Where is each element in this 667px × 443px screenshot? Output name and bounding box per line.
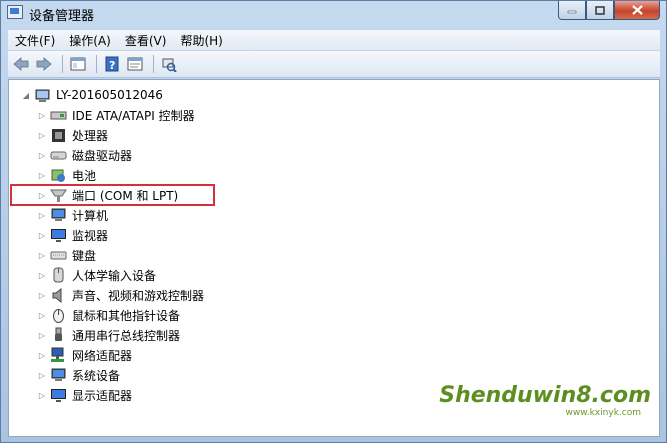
minimize-button[interactable] <box>558 1 586 20</box>
properties-icon <box>127 57 143 71</box>
hid-icon <box>50 267 67 283</box>
expand-arrow-icon[interactable]: ▷ <box>37 308 47 322</box>
disk-drive-icon <box>50 147 67 163</box>
help-icon: ? <box>105 56 119 72</box>
processor-icon <box>50 127 67 143</box>
keyboard-icon <box>50 247 67 263</box>
close-icon <box>631 5 643 15</box>
expand-arrow-icon[interactable]: ▷ <box>37 328 47 342</box>
forward-arrow-icon <box>36 57 52 71</box>
mouse-icon <box>50 307 67 323</box>
tree-item-display[interactable]: ▷ 显示适配器 <box>37 385 132 405</box>
tree-item-ide[interactable]: ▷ IDE ATA/ATAPI 控制器 <box>37 105 195 125</box>
back-arrow-icon <box>13 57 29 71</box>
menu-view[interactable]: 查看(V) <box>118 32 174 49</box>
toolbar-separator <box>96 55 97 73</box>
expand-arrow-icon[interactable]: ▷ <box>37 148 47 162</box>
device-tree-panel[interactable]: ◢ LY-201605012046 ▷ IDE ATA/ATAPI 控制器 ▷ … <box>8 79 660 437</box>
window-controls <box>558 1 660 20</box>
menu-file[interactable]: 文件(F) <box>8 32 62 49</box>
expand-arrow-icon[interactable]: ▷ <box>37 288 47 302</box>
watermark-subtext: www.kxinyk.com <box>565 408 641 418</box>
forward-button[interactable] <box>34 55 54 73</box>
tree-item-disk[interactable]: ▷ 磁盘驱动器 <box>37 145 132 165</box>
computer-icon <box>50 207 67 223</box>
usb-icon <box>50 327 67 343</box>
expand-arrow-icon[interactable]: ▷ <box>37 348 47 362</box>
tree-item-label: 键盘 <box>72 248 97 263</box>
tree-item-monitor[interactable]: ▷ 监视器 <box>37 225 108 245</box>
tree-item-label: 处理器 <box>72 128 109 143</box>
expand-arrow-icon[interactable]: ▷ <box>37 168 47 182</box>
device-manager-window: 设备管理器 文件(F) 操作(A) 查看(V) 帮助(H) ? ◢ LY-201… <box>0 0 667 443</box>
tree-item-label: 通用串行总线控制器 <box>72 328 181 343</box>
collapse-arrow-icon[interactable]: ◢ <box>21 88 31 102</box>
close-button[interactable] <box>614 1 660 20</box>
toolbar-separator <box>62 55 63 73</box>
tree-item-label: 人体学输入设备 <box>72 268 157 283</box>
computer-name: LY-201605012046 <box>56 88 163 102</box>
network-adapter-icon <box>50 347 67 363</box>
tree-item-label: 系统设备 <box>72 368 121 383</box>
device-manager-icon <box>7 5 23 19</box>
expand-arrow-icon[interactable]: ▷ <box>37 228 47 242</box>
tree-item-usb[interactable]: ▷ 通用串行总线控制器 <box>37 325 180 345</box>
sound-icon <box>50 287 67 303</box>
properties-button[interactable] <box>125 55 145 73</box>
maximize-button[interactable] <box>586 1 614 20</box>
svg-text:?: ? <box>109 59 115 72</box>
tree-item-label: 显示适配器 <box>72 388 133 403</box>
tree-item-mouse[interactable]: ▷ 鼠标和其他指针设备 <box>37 305 180 325</box>
back-button[interactable] <box>11 55 31 73</box>
tree-item-label: 计算机 <box>72 208 109 223</box>
toolbar-separator <box>153 55 154 73</box>
expand-arrow-icon[interactable]: ▷ <box>37 388 47 402</box>
expand-arrow-icon[interactable]: ▷ <box>37 208 47 222</box>
tree-item-sound[interactable]: ▷ 声音、视频和游戏控制器 <box>37 285 204 305</box>
tree-item-label: 声音、视频和游戏控制器 <box>72 288 205 303</box>
tree-item-computer[interactable]: ▷ 计算机 <box>37 205 108 225</box>
display-adapter-icon <box>50 387 67 403</box>
expand-arrow-icon[interactable]: ▷ <box>37 128 47 142</box>
show-hide-tree-icon <box>70 57 86 71</box>
window-title: 设备管理器 <box>29 9 95 24</box>
menu-bar: 文件(F) 操作(A) 查看(V) 帮助(H) <box>8 30 660 50</box>
battery-icon <box>50 167 67 183</box>
tree-item-label: 鼠标和其他指针设备 <box>72 308 181 323</box>
tree-item-label: 电池 <box>72 168 97 183</box>
tree-item-label: IDE ATA/ATAPI 控制器 <box>72 108 195 123</box>
expand-arrow-icon[interactable]: ▷ <box>37 268 47 282</box>
ide-controller-icon <box>50 107 67 123</box>
menu-help[interactable]: 帮助(H) <box>173 32 229 49</box>
watermark-text: Shenduwin8.com <box>439 383 651 408</box>
minimize-icon <box>567 10 577 14</box>
tree-item-keyboard[interactable]: ▷ 键盘 <box>37 245 96 265</box>
system-device-icon <box>50 367 67 383</box>
tree-item-label: 监视器 <box>72 228 109 243</box>
tree-item-system[interactable]: ▷ 系统设备 <box>37 365 120 385</box>
expand-arrow-icon[interactable]: ▷ <box>37 248 47 262</box>
tree-item-battery[interactable]: ▷ 电池 <box>37 165 96 185</box>
tree-item-label: 网络适配器 <box>72 348 133 363</box>
maximize-icon <box>595 5 605 15</box>
menu-action[interactable]: 操作(A) <box>62 32 118 49</box>
title-bar[interactable]: 设备管理器 <box>1 1 666 27</box>
tree-item-hid[interactable]: ▷ 人体学输入设备 <box>37 265 156 285</box>
highlight-box <box>10 184 215 206</box>
show-hide-tree-button[interactable] <box>68 55 88 73</box>
monitor-icon <box>50 227 67 243</box>
tree-item-network[interactable]: ▷ 网络适配器 <box>37 345 132 365</box>
help-button[interactable]: ? <box>102 55 122 73</box>
tree-root[interactable]: ◢ LY-201605012046 <box>21 85 163 105</box>
expand-arrow-icon[interactable]: ▷ <box>37 368 47 382</box>
computer-icon <box>34 87 51 103</box>
watermark: Shenduwin8.com www.kxinyk.com <box>439 383 651 429</box>
scan-hardware-icon <box>162 58 177 72</box>
tree-item-label: 磁盘驱动器 <box>72 148 133 163</box>
expand-arrow-icon[interactable]: ▷ <box>37 108 47 122</box>
scan-hardware-button[interactable] <box>159 55 179 73</box>
toolbar: ? <box>8 51 660 78</box>
tree-item-processor[interactable]: ▷ 处理器 <box>37 125 108 145</box>
